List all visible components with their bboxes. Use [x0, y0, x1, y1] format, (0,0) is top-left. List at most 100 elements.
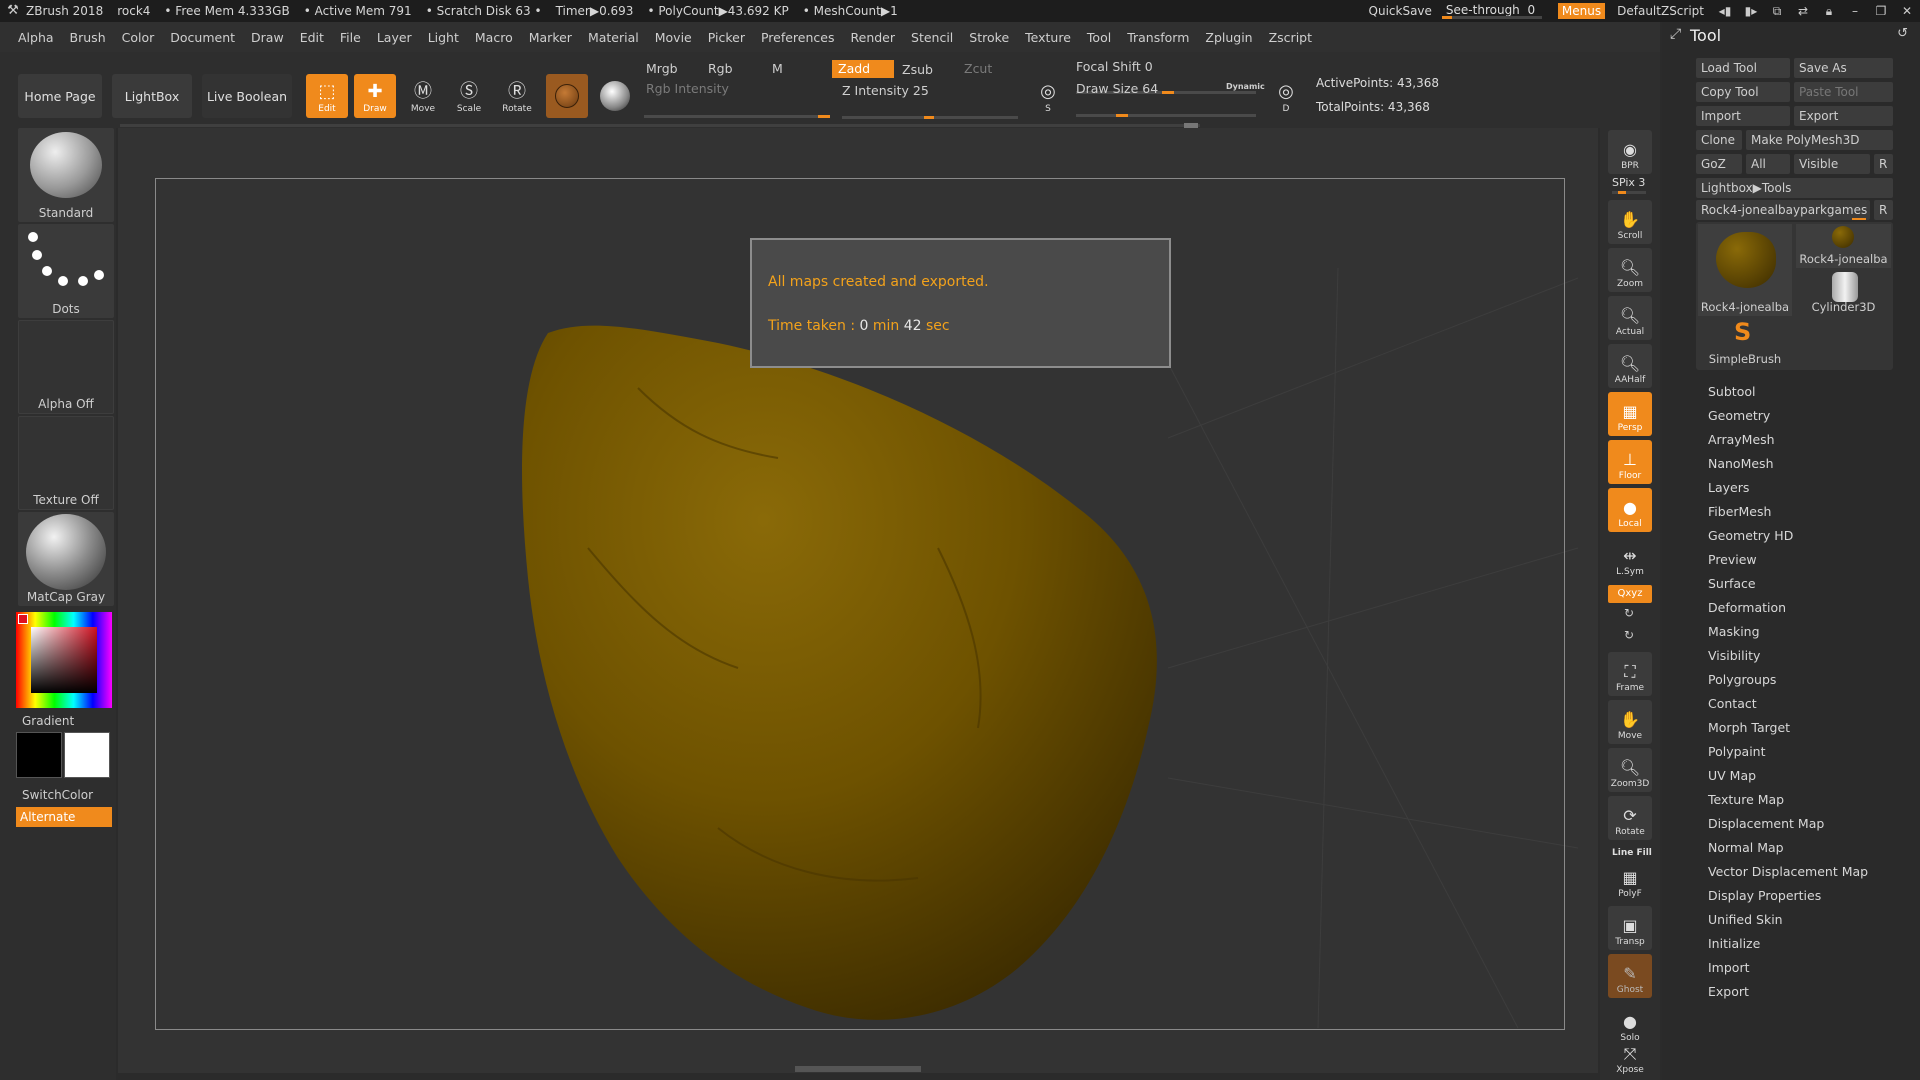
section-display-properties[interactable]: Display Properties: [1708, 888, 1821, 903]
clone-button[interactable]: Clone: [1696, 130, 1742, 150]
polyf-button[interactable]: ▦ PolyF: [1608, 858, 1652, 902]
goz-button[interactable]: GoZ: [1696, 154, 1742, 174]
thumb-rock-large[interactable]: Rock4-jonealba: [1698, 224, 1792, 316]
zsub-toggle[interactable]: Zsub: [896, 61, 939, 79]
thumb-rock-small[interactable]: Rock4-jonealba: [1796, 224, 1891, 268]
home-page-button[interactable]: Home Page: [18, 74, 102, 118]
local-button[interactable]: ● Local: [1608, 488, 1652, 532]
color-picker[interactable]: [16, 612, 112, 708]
section-displacement-map[interactable]: Displacement Map: [1708, 816, 1824, 831]
xyz-toggle[interactable]: Qxyz: [1608, 585, 1652, 603]
menu-tool[interactable]: Tool: [1087, 30, 1111, 45]
menu-brush[interactable]: Brush: [70, 30, 106, 45]
rotate-y-icon[interactable]: ↻: [1624, 606, 1634, 620]
focal-shift-icon-button[interactable]: ◎ S: [1030, 74, 1066, 118]
material-selector[interactable]: MatCap Gray: [18, 512, 114, 606]
close-icon[interactable]: ✕: [1894, 0, 1920, 22]
current-tool-r-button[interactable]: R: [1874, 200, 1893, 220]
section-import[interactable]: Import: [1708, 960, 1750, 975]
transp-button[interactable]: ▣ Transp: [1608, 906, 1652, 950]
menu-transform[interactable]: Transform: [1127, 30, 1189, 45]
alpha-selector[interactable]: Alpha Off: [18, 320, 114, 414]
section-unified-skin[interactable]: Unified Skin: [1708, 912, 1783, 927]
menu-color[interactable]: Color: [122, 30, 155, 45]
menu-light[interactable]: Light: [428, 30, 459, 45]
menu-layer[interactable]: Layer: [377, 30, 412, 45]
rotate-mode-button[interactable]: Ⓡ Rotate: [496, 74, 538, 118]
section-arraymesh[interactable]: ArrayMesh: [1708, 432, 1775, 447]
rgb-intensity-slider[interactable]: [644, 115, 830, 118]
import-button[interactable]: Import: [1696, 106, 1790, 126]
see-through-slider[interactable]: See-through 0: [1440, 3, 1544, 19]
menu-stencil[interactable]: Stencil: [911, 30, 953, 45]
menu-picker[interactable]: Picker: [708, 30, 745, 45]
shelf-scrollbar[interactable]: [120, 124, 1200, 127]
rotate-view-button[interactable]: ⟳ Rotate: [1608, 796, 1652, 840]
live-boolean-button[interactable]: Live Boolean: [202, 74, 292, 118]
bpr-button[interactable]: ◉ BPR: [1608, 130, 1652, 174]
persp-button[interactable]: ▦ Persp: [1608, 392, 1652, 436]
saturation-box[interactable]: [31, 627, 97, 693]
pin-icon[interactable]: ⤢: [1670, 26, 1681, 42]
interface-slider2-icon[interactable]: ▮▸: [1738, 0, 1764, 22]
mrgb-toggle[interactable]: Mrgb: [640, 60, 684, 78]
menu-zplugin[interactable]: Zplugin: [1205, 30, 1252, 45]
menu-draw[interactable]: Draw: [251, 30, 284, 45]
section-fibermesh[interactable]: FiberMesh: [1708, 504, 1771, 519]
menu-texture[interactable]: Texture: [1025, 30, 1071, 45]
zoom3d-button[interactable]: 🔍︎ Zoom3D: [1608, 748, 1652, 792]
section-preview[interactable]: Preview: [1708, 552, 1757, 567]
menu-file[interactable]: File: [340, 30, 361, 45]
dynamic-icon-button[interactable]: ◎ D: [1268, 74, 1304, 118]
draw-mode-button[interactable]: ✚ Draw: [354, 74, 396, 118]
bottom-scroll-handle[interactable]: [795, 1066, 921, 1072]
thumb-cylinder[interactable]: Cylinder3D: [1796, 270, 1891, 316]
minimize-icon[interactable]: –: [1842, 0, 1868, 22]
section-morph-target[interactable]: Morph Target: [1708, 720, 1790, 735]
section-vector-displacement-map[interactable]: Vector Displacement Map: [1708, 864, 1868, 879]
menu-render[interactable]: Render: [851, 30, 896, 45]
secondary-color-swatch[interactable]: [64, 732, 110, 778]
lsym-button[interactable]: ⇹ L.Sym: [1608, 536, 1652, 580]
section-nanomesh[interactable]: NanoMesh: [1708, 456, 1774, 471]
rotate-z-icon[interactable]: ↻: [1624, 628, 1634, 642]
layout-icon[interactable]: ⧉: [1764, 0, 1790, 22]
menu-preferences[interactable]: Preferences: [761, 30, 835, 45]
section-geometry-hd[interactable]: Geometry HD: [1708, 528, 1793, 543]
goz-visible-button[interactable]: Visible: [1794, 154, 1870, 174]
section-texture-map[interactable]: Texture Map: [1708, 792, 1784, 807]
interface-slider-icon[interactable]: ◂▮: [1712, 0, 1738, 22]
quicksave-button[interactable]: QuickSave: [1361, 4, 1440, 18]
menus-button[interactable]: Menus: [1557, 3, 1606, 19]
section-deformation[interactable]: Deformation: [1708, 600, 1786, 615]
menu-document[interactable]: Document: [170, 30, 235, 45]
section-geometry[interactable]: Geometry: [1708, 408, 1770, 423]
make-polymesh3d-button[interactable]: Make PolyMesh3D: [1746, 130, 1893, 150]
section-surface[interactable]: Surface: [1708, 576, 1756, 591]
draw-size-slider[interactable]: [1076, 114, 1256, 117]
switchcolor-button[interactable]: SwitchColor: [22, 788, 93, 802]
move-mode-button[interactable]: Ⓜ Move: [402, 74, 444, 118]
swap-layout-icon[interactable]: ⇄: [1790, 0, 1816, 22]
export-button[interactable]: Export: [1794, 106, 1893, 126]
save-as-button[interactable]: Save As: [1794, 58, 1893, 78]
menu-zscript[interactable]: Zscript: [1269, 30, 1312, 45]
paste-tool-button[interactable]: Paste Tool: [1794, 82, 1893, 102]
default-zscript-button[interactable]: DefaultZScript: [1609, 4, 1712, 18]
aahalf-button[interactable]: 🔍︎ AAHalf: [1608, 344, 1652, 388]
section-initialize[interactable]: Initialize: [1708, 936, 1760, 951]
material-swatch[interactable]: [546, 74, 588, 118]
section-uv-map[interactable]: UV Map: [1708, 768, 1756, 783]
menu-material[interactable]: Material: [588, 30, 639, 45]
goz-r-button[interactable]: R: [1874, 154, 1893, 174]
move-view-button[interactable]: ✋ Move: [1608, 700, 1652, 744]
zadd-toggle[interactable]: Zadd: [832, 60, 894, 78]
brush-selector[interactable]: Standard: [18, 128, 114, 222]
floor-button[interactable]: ⊥ Floor: [1608, 440, 1652, 484]
section-visibility[interactable]: Visibility: [1708, 648, 1760, 663]
texture-selector[interactable]: Texture Off: [18, 416, 114, 510]
scroll-button[interactable]: ✋ Scroll: [1608, 200, 1652, 244]
spix-label[interactable]: SPix 3: [1612, 176, 1645, 189]
load-tool-button[interactable]: Load Tool: [1696, 58, 1790, 78]
xpose-button[interactable]: ⤧ Xpose: [1608, 1034, 1652, 1078]
